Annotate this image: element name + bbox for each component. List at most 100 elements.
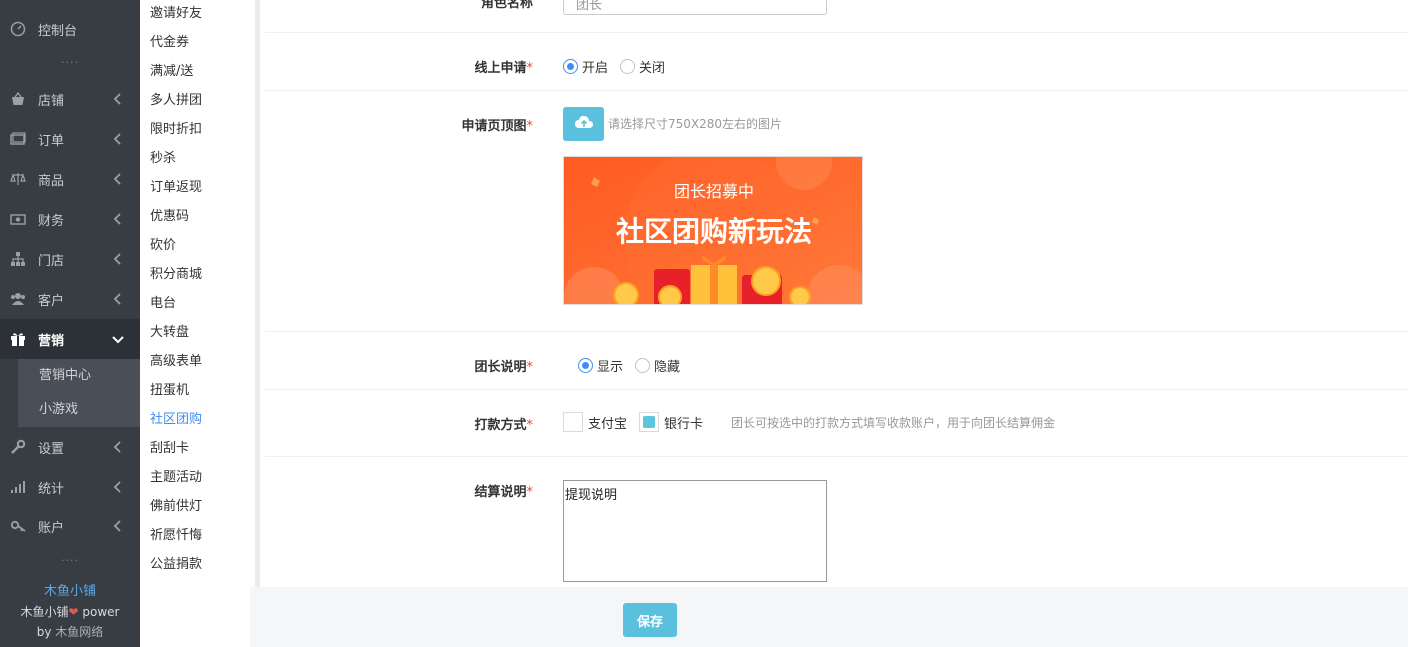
- sidebar-item-finance[interactable]: 财务: [0, 199, 140, 239]
- settle-desc-textarea[interactable]: 提现说明: [563, 480, 827, 582]
- brand-name[interactable]: 木鱼小铺: [0, 582, 140, 602]
- required-mark: *: [526, 119, 534, 134]
- sidebar-item-marketing[interactable]: 营销: [0, 319, 140, 359]
- key-icon: [10, 518, 26, 534]
- online-apply-radios: 开启 关闭: [563, 57, 677, 76]
- menu-item-bargain[interactable]: 砍价: [150, 234, 176, 253]
- chevron-left-icon: [110, 518, 126, 534]
- sidebar-item-store[interactable]: 门店: [0, 239, 140, 279]
- sidebar-item-order[interactable]: 订单: [0, 119, 140, 159]
- money-icon: [10, 211, 26, 227]
- checkbox-label: 支付宝: [588, 416, 628, 432]
- apply-image-label-text: 申请页顶图: [461, 119, 527, 134]
- heart-icon: ❤: [68, 605, 79, 619]
- required-mark: *: [526, 360, 534, 375]
- users-icon: [10, 291, 26, 307]
- menu-item-theme-event[interactable]: 主题活动: [150, 466, 202, 485]
- required-mark: *: [526, 485, 534, 500]
- sidebar-subitem-mini-games[interactable]: 小游戏: [18, 393, 140, 427]
- menu-item-charity-donation[interactable]: 公益捐款: [150, 553, 202, 572]
- order-icon: [10, 131, 26, 147]
- leader-desc-hide-radio[interactable]: 隐藏: [635, 356, 680, 375]
- brand-footer: 木鱼小铺 木鱼小铺❤ power by 木鱼网络: [0, 582, 140, 642]
- menu-item-community-group-buy[interactable]: 社区团购: [150, 408, 202, 427]
- menu-item-voucher[interactable]: 代金券: [150, 31, 189, 50]
- sidebar-item-dashboard[interactable]: 控制台: [0, 9, 140, 49]
- chevron-left-icon: [110, 439, 126, 455]
- checkbox-box[interactable]: [563, 412, 583, 432]
- leader-desc-label: 团长说明*: [474, 356, 533, 375]
- menu-item-invite-friends[interactable]: 邀请好友: [150, 2, 202, 21]
- radio-circle[interactable]: [563, 59, 578, 74]
- sidebar-item-label: 客户: [38, 293, 65, 309]
- online-apply-close-radio[interactable]: 关闭: [620, 57, 665, 76]
- save-button[interactable]: 保存: [623, 603, 677, 637]
- sidebar-item-goods[interactable]: 商品: [0, 159, 140, 199]
- wrench-icon: [10, 439, 26, 455]
- chevron-left-icon: [110, 171, 126, 187]
- radio-label: 开启: [582, 61, 609, 76]
- chevron-left-icon: [110, 251, 126, 267]
- form-row-settle-desc: 结算说明* 提现说明: [265, 457, 1408, 587]
- chevron-down-icon: [110, 331, 126, 347]
- radio-circle[interactable]: [635, 358, 651, 373]
- scale-icon: [10, 171, 26, 187]
- leader-desc-radios: 显示 隐藏: [578, 356, 692, 375]
- sidebar-item-customer[interactable]: 客户: [0, 279, 140, 319]
- banner-graphic: 团长招募中 社区团购新玩法: [564, 157, 862, 304]
- sidebar-item-label: 财务: [38, 213, 65, 229]
- radio-label: 关闭: [639, 61, 666, 76]
- payment-hint: 团长可按选中的打款方式填写收款账户，用于向团长结算佣金: [731, 415, 1056, 430]
- menu-item-points-mall[interactable]: 积分商城: [150, 263, 202, 282]
- upload-button[interactable]: [563, 107, 604, 141]
- menu-item-buddha-lamp[interactable]: 佛前供灯: [150, 495, 202, 514]
- brand-by-name[interactable]: 木鱼网络: [55, 625, 103, 639]
- sidebar-item-account[interactable]: 账户: [0, 506, 140, 546]
- checkbox-box[interactable]: [639, 412, 660, 432]
- menu-item-advanced-form[interactable]: 高级表单: [150, 350, 202, 369]
- chevron-left-icon: [110, 291, 126, 307]
- leader-desc-show-radio[interactable]: 显示: [578, 356, 623, 375]
- upload-hint: 请选择尺寸750X280左右的图片: [608, 117, 783, 131]
- sidebar-item-settings[interactable]: 设置: [0, 427, 140, 467]
- menu-item-order-cashback[interactable]: 订单返现: [150, 176, 202, 195]
- form-row-apply-image: 申请页顶图* 请选择尺寸750X280左右的图片 团长招募中 社区团购新玩法: [265, 91, 1408, 332]
- role-name-input[interactable]: 团长: [563, 0, 827, 15]
- sidebar-item-stats[interactable]: 统计: [0, 467, 140, 507]
- sidebar-item-label: 控制台: [38, 23, 78, 39]
- settle-desc-label-text: 结算说明: [474, 485, 527, 500]
- settle-desc-label: 结算说明*: [474, 481, 533, 500]
- payment-alipay-checkbox[interactable]: 支付宝: [563, 412, 627, 432]
- sidebar-item-label: 店铺: [38, 93, 65, 109]
- menu-item-discount-gift[interactable]: 满减/送: [150, 60, 193, 79]
- sidebar-item-label: 统计: [38, 481, 65, 497]
- sidebar-subitem-marketing-center[interactable]: 营销中心: [18, 359, 140, 393]
- checkbox-label: 银行卡: [664, 416, 704, 432]
- brand-power-text: power: [78, 605, 120, 619]
- banner-title: 社区团购新玩法: [616, 215, 812, 248]
- menu-item-seckill[interactable]: 秒杀: [150, 147, 176, 166]
- form-area: 角色名称 团长 线上申请* 开启 关闭 申请页顶图* 请选择尺寸750X280左…: [265, 0, 1408, 587]
- chevron-left-icon: [110, 131, 126, 147]
- menu-item-scratch-card[interactable]: 刮刮卡: [150, 437, 189, 456]
- payment-label: 打款方式*: [474, 414, 533, 433]
- brand-power: 木鱼小铺❤ power: [0, 602, 140, 622]
- menu-item-group-buy[interactable]: 多人拼团: [150, 89, 202, 108]
- radio-label: 隐藏: [654, 360, 681, 375]
- role-name-label: 角色名称: [480, 0, 533, 11]
- payment-bankcard-checkbox[interactable]: 银行卡: [639, 412, 703, 432]
- menu-item-promo-code[interactable]: 优惠码: [150, 205, 189, 224]
- banner-subtitle: 团长招募中: [674, 182, 754, 201]
- menu-item-gashapon[interactable]: 扭蛋机: [150, 379, 189, 398]
- sidebar-item-label: 门店: [38, 253, 65, 269]
- radio-label: 显示: [597, 360, 624, 375]
- menu-item-prayer[interactable]: 祈愿忏悔: [150, 524, 202, 543]
- menu-item-flash-discount[interactable]: 限时折扣: [150, 118, 202, 137]
- marketing-tools-menu: 邀请好友 代金券 满减/送 多人拼团 限时折扣 秒杀 订单返现 优惠码 砍价 积…: [140, 0, 260, 647]
- radio-circle[interactable]: [578, 358, 593, 373]
- menu-item-radio[interactable]: 电台: [150, 292, 176, 311]
- radio-circle[interactable]: [620, 59, 636, 74]
- online-apply-open-radio[interactable]: 开启: [563, 57, 608, 76]
- sidebar-item-shop[interactable]: 店铺: [0, 79, 140, 119]
- menu-item-lucky-wheel[interactable]: 大转盘: [150, 321, 189, 340]
